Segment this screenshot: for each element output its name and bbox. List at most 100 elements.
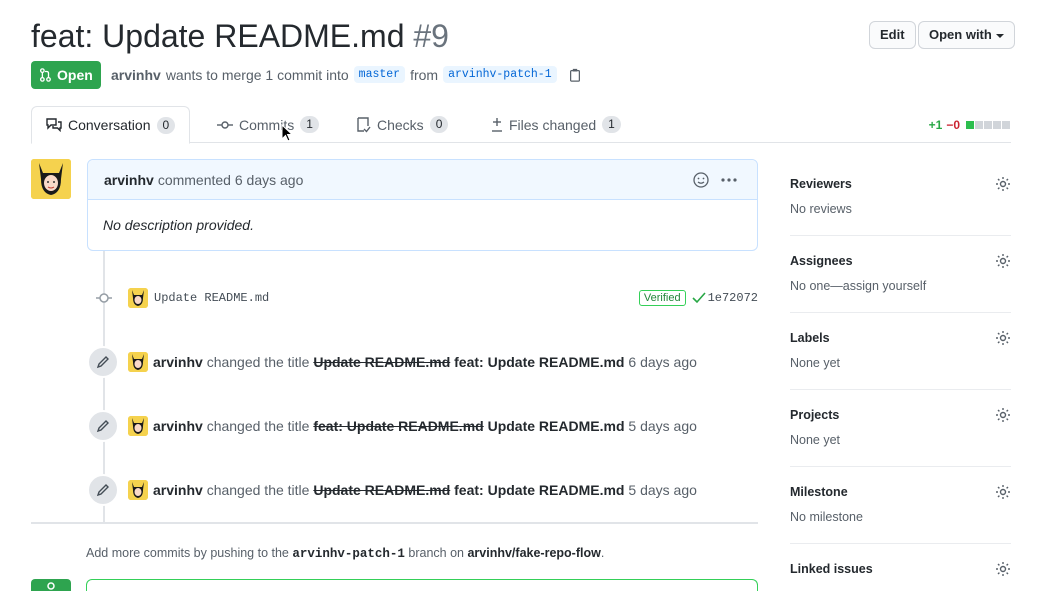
timeline-event: arvinhv changed the title feat: Update R… xyxy=(87,410,697,442)
status-label: Open xyxy=(57,67,93,83)
sidebar-title[interactable]: Labels xyxy=(790,331,830,345)
git-commit-icon xyxy=(96,293,112,303)
comment-header: arvinhv commented 6 days ago xyxy=(88,160,757,200)
tab-files-changed[interactable]: Files changed 1 xyxy=(477,106,635,143)
gear-icon[interactable] xyxy=(995,484,1011,500)
avatar-image xyxy=(128,352,148,372)
head-branch[interactable]: arvinhv-patch-1 xyxy=(443,66,557,83)
push-hint: Add more commits by pushing to the arvin… xyxy=(86,546,604,561)
sidebar-title[interactable]: Assignees xyxy=(790,254,853,268)
sidebar-title[interactable]: Linked issues xyxy=(790,562,873,576)
comment-body: No description provided. xyxy=(103,217,254,233)
timeline-event: arvinhv changed the title Update README.… xyxy=(87,346,697,378)
status-badge: Open xyxy=(31,61,101,89)
sidebar-title[interactable]: Projects xyxy=(790,408,839,422)
comment-action: commented xyxy=(157,171,231,188)
check-icon xyxy=(692,292,706,304)
pencil-icon xyxy=(96,356,109,369)
tab-label: Conversation xyxy=(68,117,151,133)
author-link[interactable]: arvinhv xyxy=(111,67,161,83)
event-time[interactable]: 6 days ago xyxy=(628,354,697,370)
avatar[interactable] xyxy=(31,159,71,199)
commit-sha[interactable]: 1e72072 xyxy=(708,291,758,305)
sidebar-title[interactable]: Reviewers xyxy=(790,177,852,191)
gear-icon[interactable] xyxy=(995,407,1011,423)
pull-request-icon xyxy=(39,68,51,82)
event-time[interactable]: 5 days ago xyxy=(628,482,697,498)
avatar[interactable] xyxy=(128,288,148,308)
event-new-title: feat: Update README.md xyxy=(454,482,625,498)
timeline-commit: Update README.md Verified 1e72072 xyxy=(87,282,758,314)
pr-number: #9 xyxy=(413,18,449,54)
clipboard-icon[interactable] xyxy=(568,68,582,82)
comment-box: arvinhv commented 6 days ago No descript… xyxy=(87,159,758,251)
mouse-cursor-icon xyxy=(281,124,293,142)
avatar-image xyxy=(128,416,148,436)
pencil-icon-badge xyxy=(87,346,119,378)
sidebar-value[interactable]: No one—assign yourself xyxy=(790,279,1011,293)
event-old-title: Update README.md xyxy=(313,354,451,370)
gear-icon[interactable] xyxy=(995,176,1011,192)
sidebar-linked-issues: Linked issues xyxy=(790,561,1011,591)
event-actor[interactable]: arvinhv xyxy=(153,418,203,434)
pr-title: feat: Update README.md xyxy=(31,18,405,54)
tab-counter: 1 xyxy=(300,116,319,133)
comment-time[interactable]: 6 days ago xyxy=(235,172,304,188)
sidebar-value: No reviews xyxy=(790,202,852,216)
avatar-image xyxy=(128,288,148,308)
timeline-divider xyxy=(31,522,758,524)
sidebar-assignees: Assignees No one—assign yourself xyxy=(790,253,1011,313)
git-merge-icon xyxy=(47,582,55,590)
merge-status-icon-box xyxy=(31,579,71,591)
gear-icon[interactable] xyxy=(995,330,1011,346)
smiley-icon[interactable] xyxy=(693,172,709,188)
gear-icon[interactable] xyxy=(995,561,1011,577)
sidebar-labels: Labels None yet xyxy=(790,330,1011,390)
sidebar-title[interactable]: Milestone xyxy=(790,485,848,499)
event-action: changed the title xyxy=(206,418,310,434)
kebab-horizontal-icon[interactable] xyxy=(721,178,737,182)
sidebar-value: None yet xyxy=(790,356,841,370)
avatar-image xyxy=(128,480,148,500)
diffstat-bar xyxy=(966,121,1011,129)
merge-text: wants to merge 1 commit into xyxy=(165,66,349,83)
from-text: from xyxy=(410,66,439,83)
event-actor[interactable]: arvinhv xyxy=(153,482,203,498)
gear-icon[interactable] xyxy=(995,253,1011,269)
sidebar-milestone: Milestone No milestone xyxy=(790,484,1011,544)
tab-commits[interactable]: Commits 1 xyxy=(203,106,333,143)
page-title: feat: Update README.md #9 xyxy=(31,16,449,56)
push-hint-post: . xyxy=(600,546,605,560)
tab-counter: 0 xyxy=(429,116,449,133)
avatar-image xyxy=(31,159,71,199)
push-hint-repo[interactable]: arvinhv/fake-repo-flow xyxy=(467,546,600,560)
verified-badge[interactable]: Verified xyxy=(638,290,686,306)
event-actor[interactable]: arvinhv xyxy=(153,354,203,370)
tab-counter: 1 xyxy=(602,116,621,133)
edit-button[interactable]: Edit xyxy=(869,21,916,49)
deletions-count: −0 xyxy=(946,118,960,132)
pr-tabs: Conversation 0 Commits 1 Checks 0 Files … xyxy=(31,106,1011,144)
event-text: arvinhv changed the title feat: Update R… xyxy=(153,418,697,434)
event-old-title: feat: Update README.md xyxy=(313,418,484,434)
tab-checks[interactable]: Checks 0 xyxy=(343,106,462,143)
tab-label: Checks xyxy=(377,116,424,133)
pencil-icon-badge xyxy=(87,474,119,506)
event-new-title: feat: Update README.md xyxy=(454,354,625,370)
avatar[interactable] xyxy=(128,480,148,500)
comment-discussion-icon xyxy=(46,118,62,132)
merge-box xyxy=(86,579,758,591)
tab-counter: 0 xyxy=(156,116,176,134)
diffstat: +1 −0 xyxy=(929,118,1011,132)
pencil-icon xyxy=(96,484,109,497)
open-with-button[interactable]: Open with xyxy=(918,21,1015,49)
comment-author[interactable]: arvinhv xyxy=(104,172,154,188)
caret-down-icon xyxy=(995,33,1004,38)
avatar[interactable] xyxy=(128,416,148,436)
avatar[interactable] xyxy=(128,352,148,372)
event-time[interactable]: 5 days ago xyxy=(628,418,697,434)
base-branch[interactable]: master xyxy=(353,66,406,83)
checklist-icon xyxy=(357,116,371,133)
tab-conversation[interactable]: Conversation 0 xyxy=(31,106,191,144)
commit-message[interactable]: Update README.md xyxy=(154,291,269,305)
